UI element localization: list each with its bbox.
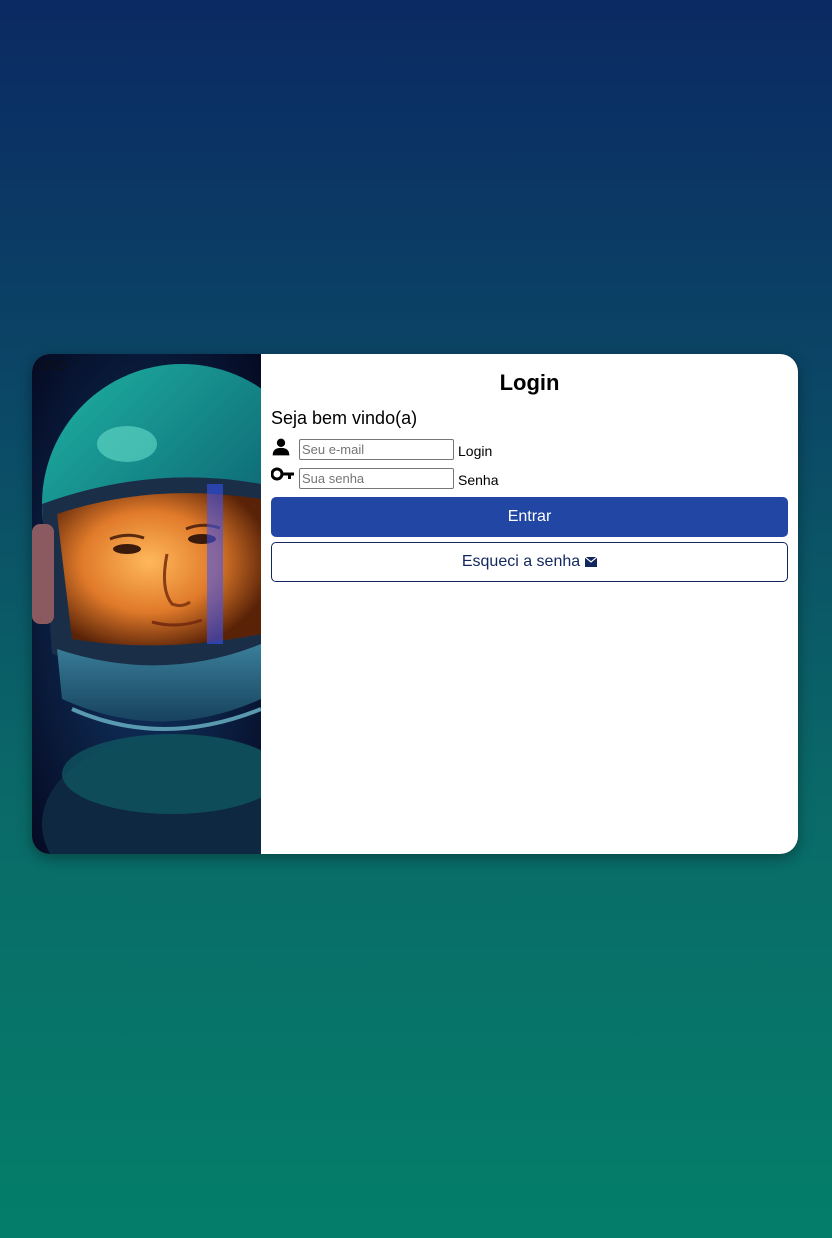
email-field[interactable] [299,439,454,460]
forgot-password-button[interactable]: Esqueci a senha [271,542,788,582]
image-alt-text: OTO [38,358,66,373]
astronaut-photo: OTO [32,354,261,854]
password-field[interactable] [299,468,454,489]
mail-icon [585,557,598,567]
forgot-password-label: Esqueci a senha [461,553,581,570]
login-card: OTO Login Seja bem vindo(a) Login [32,354,798,854]
password-row: Senha [271,462,788,491]
login-button[interactable]: Entrar [271,497,788,537]
login-form: Login Seja bem vindo(a) Login Senh [261,354,798,854]
page-title: Login [499,370,560,395]
welcome-text: Seja bem vindo(a) [271,408,418,428]
email-label: Login [458,442,493,459]
astronaut-illustration [32,354,261,854]
person-icon [271,437,295,459]
email-row: Login [271,433,788,462]
key-icon [271,466,295,488]
password-label: Senha [458,471,499,488]
